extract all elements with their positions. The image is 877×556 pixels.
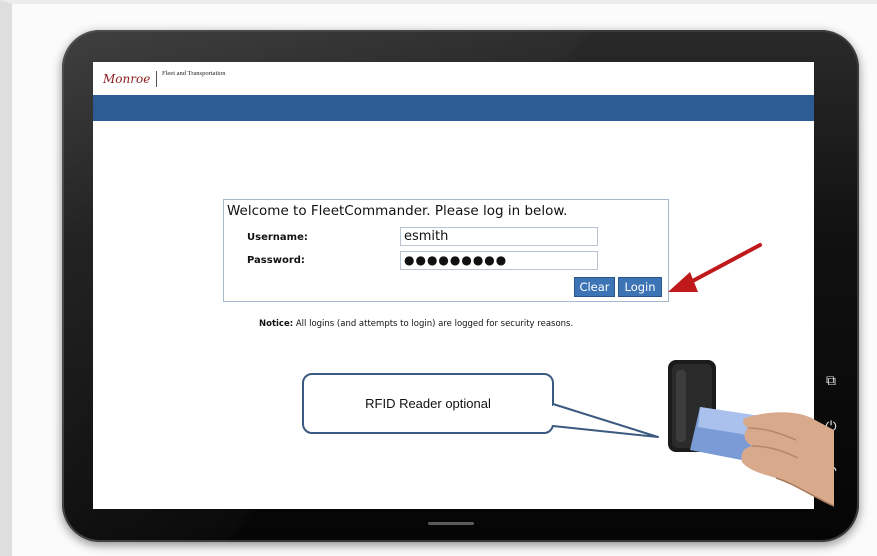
hand-icon [741,412,835,507]
callout-tail [549,403,659,438]
annotation-overlay [549,243,835,507]
red-arrow-icon [668,243,762,292]
